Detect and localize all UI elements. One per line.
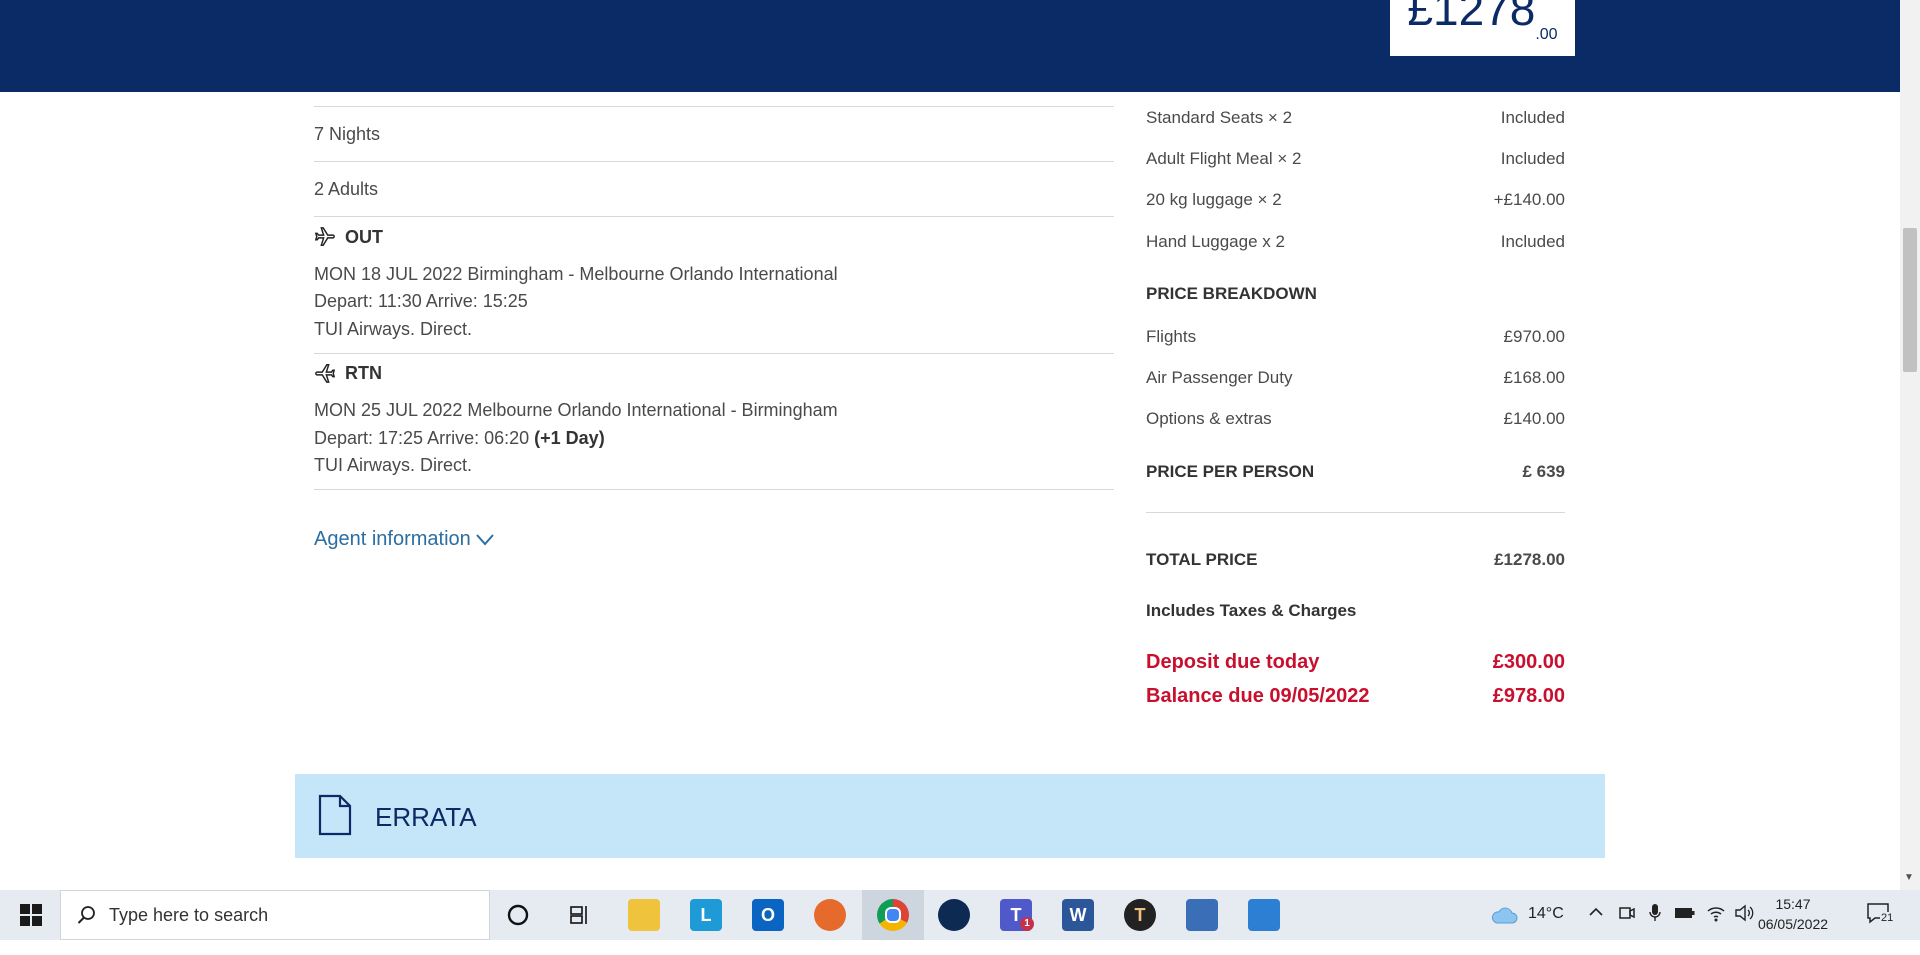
taskbar-search-box[interactable]: Type here to search [60, 890, 490, 940]
extra-label: Hand Luggage x 2 [1146, 232, 1285, 251]
errata-label: ERRATA [375, 802, 477, 832]
l-app-icon[interactable]: L [690, 899, 722, 931]
booking-summary: 7 Nights 2 Adults OUT MON 18 JUL 2022 Bi… [0, 0, 1900, 890]
extra-value: +£140.00 [1493, 190, 1565, 209]
extra-value: Included [1500, 108, 1565, 127]
total-price-label: TOTAL PRICE [1146, 550, 1258, 569]
search-icon [77, 906, 95, 924]
plane-outbound-icon [314, 226, 336, 253]
extra-label: Adult Flight Meal × 2 [1146, 149, 1302, 168]
divider [314, 161, 1114, 162]
outbound-route: MON 18 JUL 2022 Birmingham - Melbourne O… [314, 264, 838, 284]
cloud-icon [1491, 907, 1518, 924]
errata-panel[interactable]: ERRATA [295, 774, 1605, 858]
balance-label: Balance due 09/05/2022 [1146, 685, 1370, 707]
adults: 2 Adults [314, 179, 379, 199]
outbound-label: OUT [345, 227, 383, 247]
word-icon[interactable]: W [1062, 899, 1094, 931]
price-per-person-label: PRICE PER PERSON [1146, 462, 1315, 481]
webex-icon[interactable] [938, 899, 970, 931]
divider [314, 489, 1114, 490]
return-times-text: Depart: 17:25 Arrive: 06:20 [314, 428, 530, 448]
taxes-note: Includes Taxes & Charges [1146, 601, 1357, 620]
notifications-icon[interactable]: 21 [1866, 902, 1895, 952]
balance-value: £978.00 [1492, 685, 1565, 707]
breakdown-value: £140.00 [1503, 409, 1565, 428]
teams-badge: 1 [1020, 917, 1034, 931]
breakdown-value: £168.00 [1503, 368, 1565, 387]
deposit-label: Deposit due today [1146, 651, 1320, 673]
wifi-icon[interactable] [1706, 904, 1726, 954]
outbound-times: Depart: 11:30 Arrive: 15:25 [314, 291, 528, 311]
battery-icon[interactable] [1674, 905, 1696, 955]
clock-time: 15:47 [1775, 896, 1811, 912]
photos-icon[interactable] [1248, 899, 1280, 931]
divider [314, 216, 1114, 217]
divider [314, 353, 1114, 354]
system-clock[interactable]: 15:47 06/05/2022 [1748, 894, 1838, 934]
extra-value: Included [1500, 149, 1565, 168]
firefox-icon[interactable] [814, 899, 846, 931]
clock-date: 06/05/2022 [1757, 916, 1829, 932]
return-label: RTN [345, 363, 382, 383]
t-app-icon[interactable]: T [1124, 899, 1156, 931]
extra-label: Standard Seats × 2 [1146, 108, 1293, 127]
document-icon [317, 794, 353, 841]
plane-return-icon [314, 362, 336, 389]
taskbar: Type here to search L O T1 W T 14°C 15:4… [0, 890, 1920, 940]
chevron-down-icon [471, 528, 495, 550]
breakdown-label: Options & extras [1146, 409, 1272, 428]
plus-day: (+1 Day) [534, 428, 605, 448]
search-placeholder: Type here to search [109, 905, 269, 925]
chevron-up-icon[interactable] [1588, 904, 1604, 954]
divider [1146, 512, 1565, 513]
return-route: MON 25 JUL 2022 Melbourne Orlando Intern… [314, 400, 838, 420]
agent-information-label: Agent information [314, 528, 471, 550]
notifications-count: 21 [1880, 912, 1895, 924]
price-breakdown-heading: PRICE BREAKDOWN [1146, 284, 1317, 303]
divider [314, 106, 1114, 107]
nights: 7 Nights [314, 124, 381, 144]
cortana-icon[interactable] [502, 899, 534, 931]
outlook-icon[interactable]: O [752, 899, 784, 931]
return-times: Depart: 17:25 Arrive: 06:20 (+1 Day) [314, 428, 605, 449]
total-price-value: £1278.00 [1494, 550, 1565, 569]
agent-information-link[interactable]: Agent information [314, 528, 495, 551]
breakdown-label: Flights [1146, 327, 1197, 346]
file-explorer-icon[interactable] [628, 899, 660, 931]
extra-value: Included [1500, 232, 1565, 251]
microphone-icon[interactable] [1648, 903, 1662, 953]
task-view-icon[interactable] [564, 899, 596, 931]
scroll-down-arrow-icon[interactable]: ▼ [1904, 872, 1914, 883]
weather-temp: 14°C [1528, 905, 1564, 922]
windows-icon [20, 904, 42, 926]
vertical-scrollbar[interactable] [1900, 0, 1920, 890]
extra-label: 20 kg luggage × 2 [1146, 190, 1282, 209]
remote-desktop-icon[interactable] [1186, 899, 1218, 931]
price-per-person-value: £ 639 [1522, 462, 1565, 481]
teams-icon[interactable]: T1 [1000, 899, 1034, 931]
chrome-icon[interactable] [877, 899, 909, 931]
breakdown-value: £970.00 [1503, 327, 1565, 346]
return-carrier: TUI Airways. Direct. [314, 455, 473, 475]
deposit-value: £300.00 [1492, 651, 1565, 673]
scrollbar-thumb[interactable] [1903, 228, 1917, 372]
meet-now-icon[interactable] [1618, 904, 1636, 954]
start-button[interactable] [0, 890, 60, 940]
outbound-carrier: TUI Airways. Direct. [314, 319, 473, 339]
breakdown-label: Air Passenger Duty [1146, 368, 1293, 387]
